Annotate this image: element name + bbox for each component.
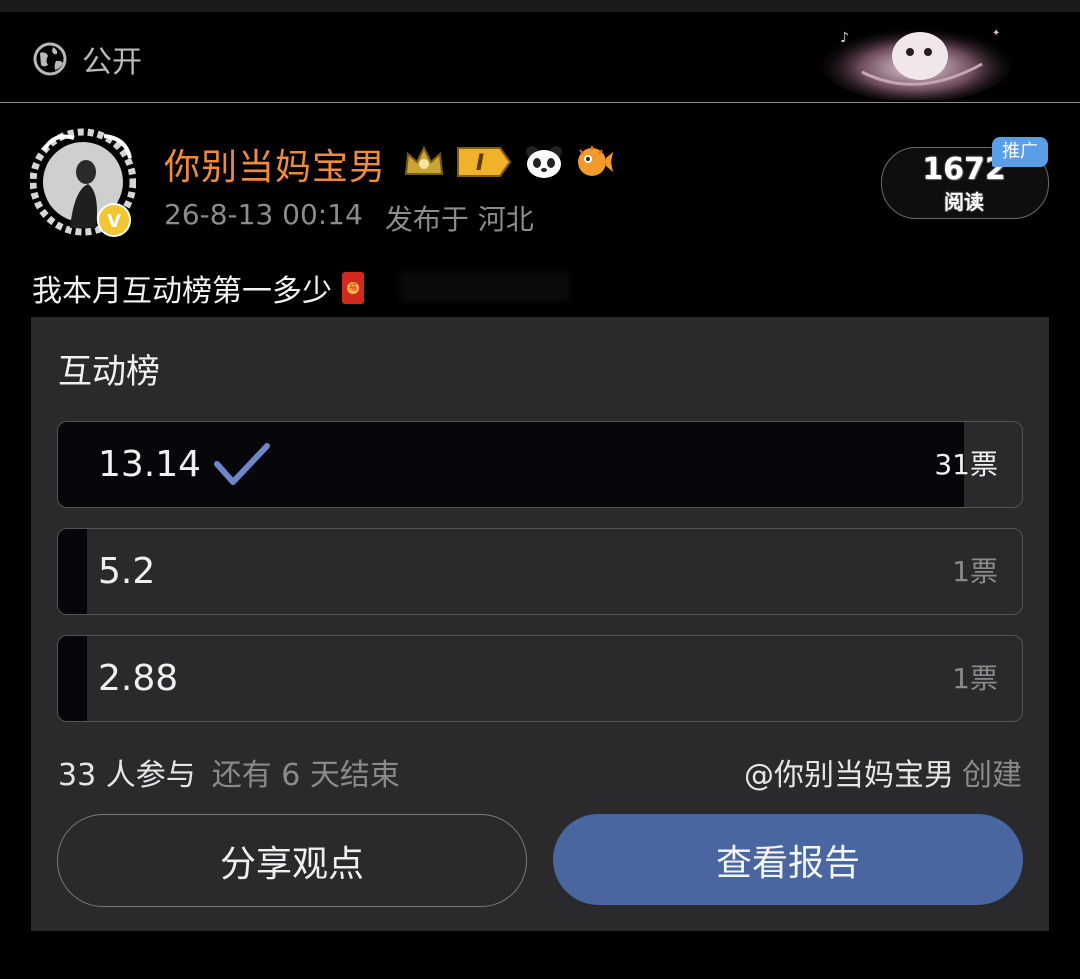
svg-text:✦: ✦ (992, 28, 1000, 39)
poll-option-2[interactable]: 5.2 1票 (57, 528, 1023, 615)
poll-stats: 33 人参与 还有 6 天结束 (58, 750, 400, 794)
poll-remaining: 还有 6 天结束 (211, 758, 400, 793)
crown-badge-icon (404, 145, 444, 175)
post-location: 发布于 河北 (384, 203, 534, 236)
poll-option-2-fill (58, 529, 87, 614)
header-divider (0, 102, 1080, 103)
poll-option-1-votes: 31票 (934, 448, 998, 481)
read-label: 阅读 (944, 190, 984, 214)
red-packet-text: 福 (347, 282, 359, 294)
card-decoration-image: ♪ ✦ (822, 26, 1012, 100)
poll-participants: 33 人参与 (58, 758, 196, 793)
poll-option-1-label: 13.14 (98, 444, 202, 485)
poll-option-3-votes: 1票 (952, 662, 998, 695)
panda-badge-icon (526, 146, 562, 178)
globe-icon (33, 42, 67, 76)
poll-creator-suffix: 创建 (962, 758, 1022, 793)
post-text: 我本月互动榜第一多少 (32, 274, 332, 309)
verified-v-text: V (107, 211, 121, 232)
poll-option-2-votes: 1票 (952, 555, 998, 588)
author-badges: I (402, 144, 614, 180)
top-strip (0, 0, 1080, 12)
view-report-button[interactable]: 查看报告 (553, 814, 1023, 905)
poll-option-3[interactable]: 2.88 1票 (57, 635, 1023, 722)
level-badge-icon: I (457, 147, 512, 177)
poll-option-1[interactable]: 13.14 31票 (57, 421, 1023, 508)
poll-option-2-label: 5.2 (98, 551, 156, 592)
check-icon (214, 442, 271, 485)
post-time: 26-8-13 00:14 (164, 198, 363, 231)
poll-option-3-label: 2.88 (98, 658, 179, 699)
svg-text:♪: ♪ (840, 30, 849, 46)
promo-badge[interactable]: 推广 (992, 137, 1048, 167)
share-opinion-button[interactable]: 分享观点 (57, 814, 527, 907)
poll-creator-name[interactable]: @你别当妈宝男 (744, 750, 954, 794)
blurred-text (400, 272, 570, 302)
level-badge-text: I (476, 151, 484, 176)
poll-option-3-fill (58, 636, 87, 721)
author-name[interactable]: 你别当妈宝男 (164, 138, 386, 190)
avatar[interactable]: V (30, 128, 136, 238)
visibility-indicator[interactable]: 公开 (32, 36, 142, 82)
post-meta: 26-8-13 00:14 发布于 河北 (164, 198, 534, 238)
poll-title: 互动榜 (58, 352, 160, 392)
post-text-row: 我本月互动榜第一多少 福 (32, 266, 364, 310)
red-packet-icon: 福 (342, 272, 364, 304)
visibility-label: 公开 (82, 45, 142, 80)
pufferfish-badge-icon (578, 146, 613, 176)
poll-creator: @你别当妈宝男 创建 (744, 750, 1022, 794)
